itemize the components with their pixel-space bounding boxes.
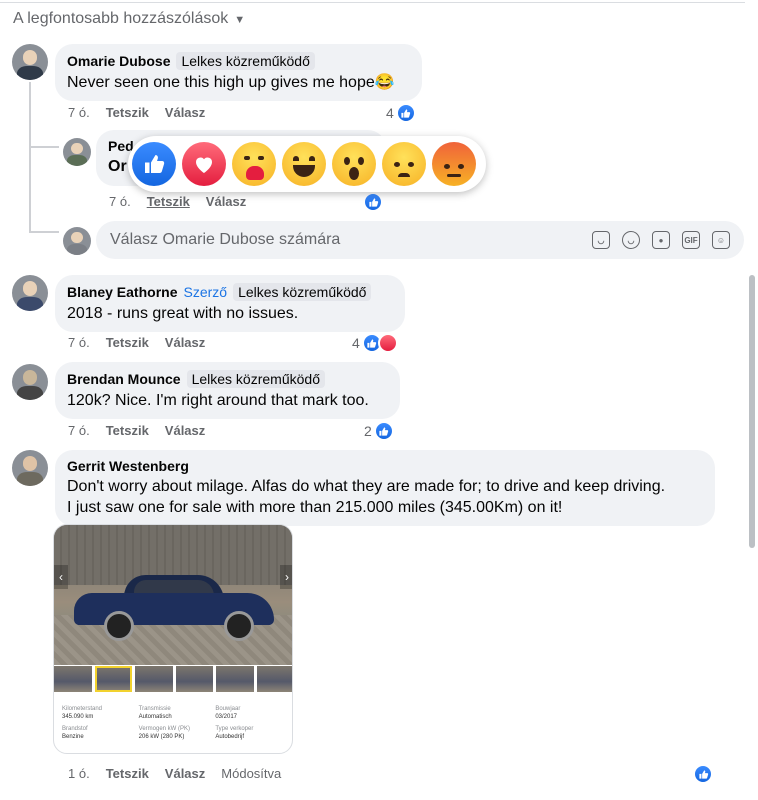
contributor-badge: Lelkes közreműködő bbox=[176, 52, 315, 70]
comment-author[interactable]: Blaney Eathorne bbox=[67, 284, 177, 300]
angry-reaction-icon[interactable] bbox=[432, 142, 476, 186]
comment-time[interactable]: 1 ó. bbox=[68, 766, 90, 781]
reaction-summary[interactable]: 4 bbox=[352, 333, 398, 353]
contributor-badge: Lelkes közreműködő bbox=[233, 283, 372, 301]
like-action[interactable]: Tetszik bbox=[106, 423, 149, 438]
love-icon bbox=[377, 333, 398, 353]
thumbnail-strip bbox=[54, 666, 292, 692]
car-specs: Kilometerstand 345.090 km Transmissie Auto… bbox=[62, 705, 288, 741]
image-attachment[interactable]: ‹ › Kilometerstand 345.090 km Transmissie… bbox=[53, 524, 293, 754]
reaction-summary[interactable] bbox=[363, 192, 383, 212]
comment-time[interactable]: 7 ó. bbox=[68, 105, 90, 120]
comment-text: 2018 - runs great with no issues. bbox=[67, 305, 299, 322]
care-reaction-icon[interactable] bbox=[232, 142, 276, 186]
comment-bubble: Blaney Eathorne Szerző Lelkes közreműköd… bbox=[55, 275, 405, 332]
contributor-badge: Lelkes közreműködő bbox=[186, 370, 325, 388]
comment-author[interactable]: Gerrit Westenberg bbox=[67, 458, 189, 474]
author-tag: Szerző bbox=[183, 284, 228, 300]
reaction-count: 4 bbox=[352, 335, 360, 351]
chevron-right-icon[interactable]: › bbox=[280, 565, 292, 589]
spec-item: Type verkoper Autobedrijf bbox=[215, 726, 254, 740]
caret-down-icon: ▼ bbox=[234, 14, 246, 26]
thread-line bbox=[29, 82, 31, 232]
spec-item: Kilometerstand 345.090 km bbox=[62, 706, 103, 720]
thread-branch bbox=[29, 146, 59, 148]
comment-bubble: Gerrit Westenberg Don't worry about mila… bbox=[55, 450, 715, 526]
reply-input[interactable] bbox=[110, 231, 592, 249]
current-user-avatar[interactable] bbox=[63, 227, 91, 255]
thumbnail[interactable] bbox=[135, 666, 173, 692]
thread-branch bbox=[29, 231, 59, 233]
reaction-picker bbox=[128, 136, 486, 192]
top-divider bbox=[0, 2, 745, 3]
love-reaction-icon[interactable] bbox=[182, 142, 226, 186]
reply-action[interactable]: Válasz bbox=[165, 105, 205, 120]
comment-author[interactable]: Brendan Mounce bbox=[67, 371, 181, 387]
like-reaction-icon[interactable] bbox=[132, 142, 176, 186]
car-photo[interactable]: ‹ › bbox=[54, 525, 292, 665]
reaction-count: 4 bbox=[386, 105, 394, 121]
wow-reaction-icon[interactable] bbox=[332, 142, 376, 186]
like-icon bbox=[693, 764, 713, 784]
reply-action[interactable]: Válasz bbox=[165, 423, 205, 438]
thumbnail[interactable] bbox=[216, 666, 254, 692]
like-action[interactable]: Tetszik bbox=[106, 335, 149, 350]
like-action[interactable]: Tetszik bbox=[106, 766, 149, 781]
comment-text: 120k? Nice. I'm right around that mark t… bbox=[67, 392, 369, 409]
avatar[interactable] bbox=[12, 44, 48, 80]
sort-label: A legfontosabb hozzászólások bbox=[13, 10, 229, 27]
sticker-icon[interactable]: ◡ bbox=[592, 231, 610, 249]
comment-actions: 7 ó. Tetszik Válasz bbox=[68, 105, 205, 120]
reaction-count: 2 bbox=[364, 423, 372, 439]
like-action[interactable]: Tetszik bbox=[147, 194, 190, 209]
edited-label[interactable]: Módosítva bbox=[221, 766, 281, 781]
scrollbar-thumb[interactable] bbox=[749, 275, 755, 548]
comment-actions: 1 ó. Tetszik Válasz Módosítva bbox=[68, 766, 281, 781]
reaction-summary[interactable]: 2 bbox=[364, 421, 394, 441]
car-image bbox=[74, 575, 274, 641]
comment-text: Never seen one this high up gives me hop… bbox=[67, 74, 395, 91]
thumbnail[interactable] bbox=[256, 666, 292, 692]
reply-action[interactable]: Válasz bbox=[165, 766, 205, 781]
comment-text-line-2: I just saw one for sale with more than 2… bbox=[67, 499, 563, 516]
comment-author[interactable]: Omarie Dubose bbox=[67, 53, 170, 69]
sad-reaction-icon[interactable] bbox=[382, 142, 426, 186]
spec-item: Bouwjaar 03/2017 bbox=[215, 706, 241, 720]
reaction-summary[interactable] bbox=[693, 764, 713, 784]
reply-action[interactable]: Válasz bbox=[165, 335, 205, 350]
gif-icon[interactable]: GIF bbox=[682, 231, 700, 249]
comment-actions: 7 ó. Tetszik Válasz bbox=[68, 423, 205, 438]
like-icon bbox=[363, 192, 383, 212]
chevron-left-icon[interactable]: ‹ bbox=[54, 565, 68, 589]
reply-composer: ◡ ◡ ● GIF ☺ bbox=[96, 221, 744, 259]
reaction-summary[interactable]: 4 bbox=[386, 103, 416, 123]
haha-reaction-icon[interactable] bbox=[282, 142, 326, 186]
spec-item: Transmissie Automatisch bbox=[138, 706, 172, 720]
avatar[interactable] bbox=[63, 138, 91, 166]
like-icon bbox=[373, 421, 394, 441]
avatar[interactable] bbox=[12, 364, 48, 400]
like-icon bbox=[395, 103, 416, 123]
camera-icon[interactable]: ● bbox=[652, 231, 670, 249]
comment-actions: 7 ó. Tetszik Válasz bbox=[68, 335, 205, 350]
thumbnail[interactable] bbox=[54, 666, 92, 692]
thumbnail[interactable] bbox=[94, 666, 132, 692]
comment-bubble: Brendan Mounce Lelkes közreműködő 120k? … bbox=[55, 362, 400, 419]
like-action[interactable]: Tetszik bbox=[106, 105, 149, 120]
emoji-icon[interactable]: ◡ bbox=[622, 231, 640, 249]
avatar[interactable] bbox=[12, 275, 48, 311]
comment-time[interactable]: 7 ó. bbox=[109, 194, 131, 209]
sort-comments-dropdown[interactable]: A legfontosabb hozzászólások ▼ bbox=[13, 10, 245, 28]
reply-action[interactable]: Válasz bbox=[206, 194, 246, 209]
comment-time[interactable]: 7 ó. bbox=[68, 423, 90, 438]
comment-actions: 7 ó. Tetszik Válasz bbox=[109, 194, 246, 209]
thumbnail[interactable] bbox=[175, 666, 213, 692]
comment-text-line-1: Don't worry about milage. Alfas do what … bbox=[67, 478, 666, 495]
avatar-sticker-icon[interactable]: ☺ bbox=[712, 231, 730, 249]
avatar[interactable] bbox=[12, 450, 48, 486]
spec-item: Vermogen kW (PK) 206 kW (280 PK) bbox=[138, 726, 191, 740]
spec-item: Brandstof Benzine bbox=[62, 726, 88, 740]
comment-bubble: Omarie Dubose Lelkes közreműködő Never s… bbox=[55, 44, 422, 101]
comment-time[interactable]: 7 ó. bbox=[68, 335, 90, 350]
